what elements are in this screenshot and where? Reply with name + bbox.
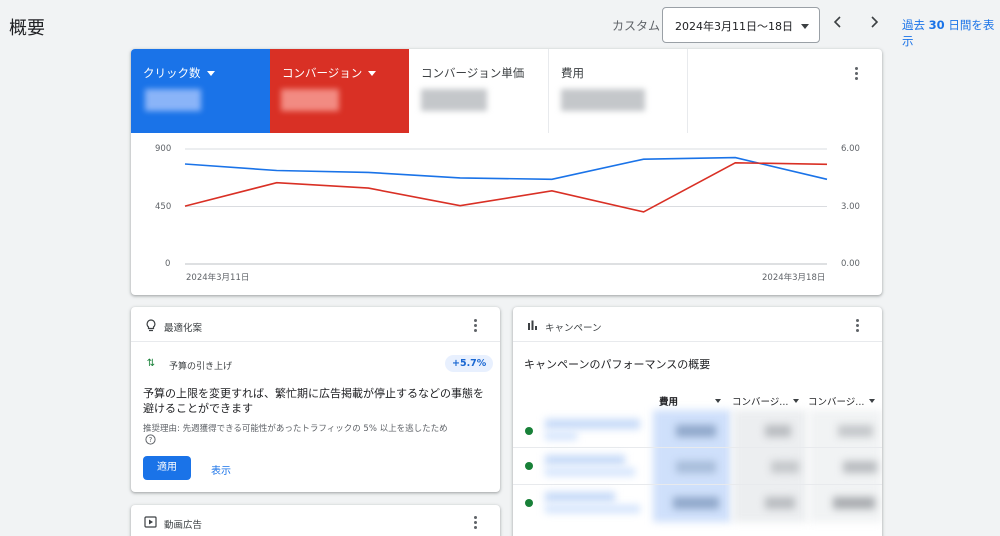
view-button[interactable]: 表示	[211, 462, 231, 477]
sort-arrow-icon	[793, 399, 800, 403]
top-bar: 概要 カスタム 2024年3月11日～18日 過去 30 日間を表示	[0, 0, 1000, 48]
more-options-icon[interactable]	[472, 319, 478, 335]
bar-chart-icon	[528, 320, 537, 330]
video-ads-card: 動画広告	[131, 505, 500, 536]
date-range-type-label: カスタム	[612, 19, 661, 33]
lightbulb-icon	[146, 319, 156, 332]
campaigns-title: キャンペーン	[545, 323, 602, 334]
column-header-conversion-value[interactable]: コンバージ...	[808, 394, 876, 408]
conversion-value-value	[843, 461, 877, 473]
conversions-value	[765, 497, 795, 509]
chevron-left-icon	[833, 16, 841, 28]
next-period-button[interactable]	[864, 14, 884, 34]
chevron-down-icon	[801, 24, 809, 29]
performance-chart-card: クリック数 コンバージョン コンバージョン単価 費用 900 450 0 6.0…	[131, 49, 882, 295]
video-icon	[144, 516, 157, 528]
line-chart	[184, 148, 828, 265]
conversion-value-value	[838, 425, 873, 437]
previous-period-button[interactable]	[828, 14, 848, 34]
cost-value	[676, 425, 716, 437]
chevron-right-icon	[871, 16, 879, 28]
campaign-status-enabled-icon	[525, 462, 533, 470]
date-range-value: 2024年3月11日～18日	[675, 20, 793, 33]
conversions-value	[771, 461, 799, 473]
campaigns-subtitle: キャンペーンのパフォーマンスの概要	[524, 358, 711, 371]
svg-text:?: ?	[149, 436, 153, 444]
show-last-30-days-link[interactable]: 過去 30 日間を表示	[902, 17, 1000, 49]
conversions-value	[765, 425, 791, 437]
impact-badge: +5.7%	[445, 355, 494, 372]
column-header-cost[interactable]: 費用	[659, 394, 721, 408]
cost-value	[676, 461, 716, 473]
campaign-status-enabled-icon	[525, 499, 533, 507]
sort-arrow-icon	[869, 399, 876, 403]
recommendation-item-title: 予算の引き上げ	[169, 362, 233, 372]
campaign-status-enabled-icon	[525, 427, 533, 435]
recommendations-card: 最適化案 ⇅ 予算の引き上げ +5.7% 予算の上限を変更すれば、繁忙期に広告掲…	[131, 307, 500, 492]
recommendation-description: 予算の上限を変更すれば、繁忙期に広告掲載が停止するなどの事態を 避けることができ…	[143, 387, 484, 415]
more-options-icon[interactable]	[472, 516, 478, 532]
recommendations-title: 最適化案	[164, 323, 203, 334]
cost-value	[673, 497, 719, 509]
column-header-conversions[interactable]: コンバージ...	[732, 394, 800, 408]
more-options-icon[interactable]	[854, 319, 860, 335]
help-circle-icon[interactable]: ?	[145, 434, 156, 445]
budget-increase-icon: ⇅	[146, 358, 156, 369]
conversion-value-value	[833, 497, 875, 509]
sort-arrow-icon	[715, 399, 721, 403]
apply-button[interactable]: 適用	[143, 456, 191, 480]
video-ads-title: 動画広告	[164, 520, 203, 531]
series-line-1	[184, 156, 828, 181]
date-range-select[interactable]: 2024年3月11日～18日	[662, 7, 820, 43]
campaign-name[interactable]	[545, 492, 615, 502]
campaign-name[interactable]	[545, 455, 625, 465]
recommendation-reason: 推奨理由: 先週獲得できる可能性があったトラフィックの 5% 以上を逃したため	[143, 424, 448, 434]
campaigns-card: キャンペーン キャンペーンのパフォーマンスの概要 費用 コンバージ... コンバ…	[513, 307, 882, 536]
campaign-name[interactable]	[545, 419, 640, 429]
page-title: 概要	[9, 18, 45, 39]
